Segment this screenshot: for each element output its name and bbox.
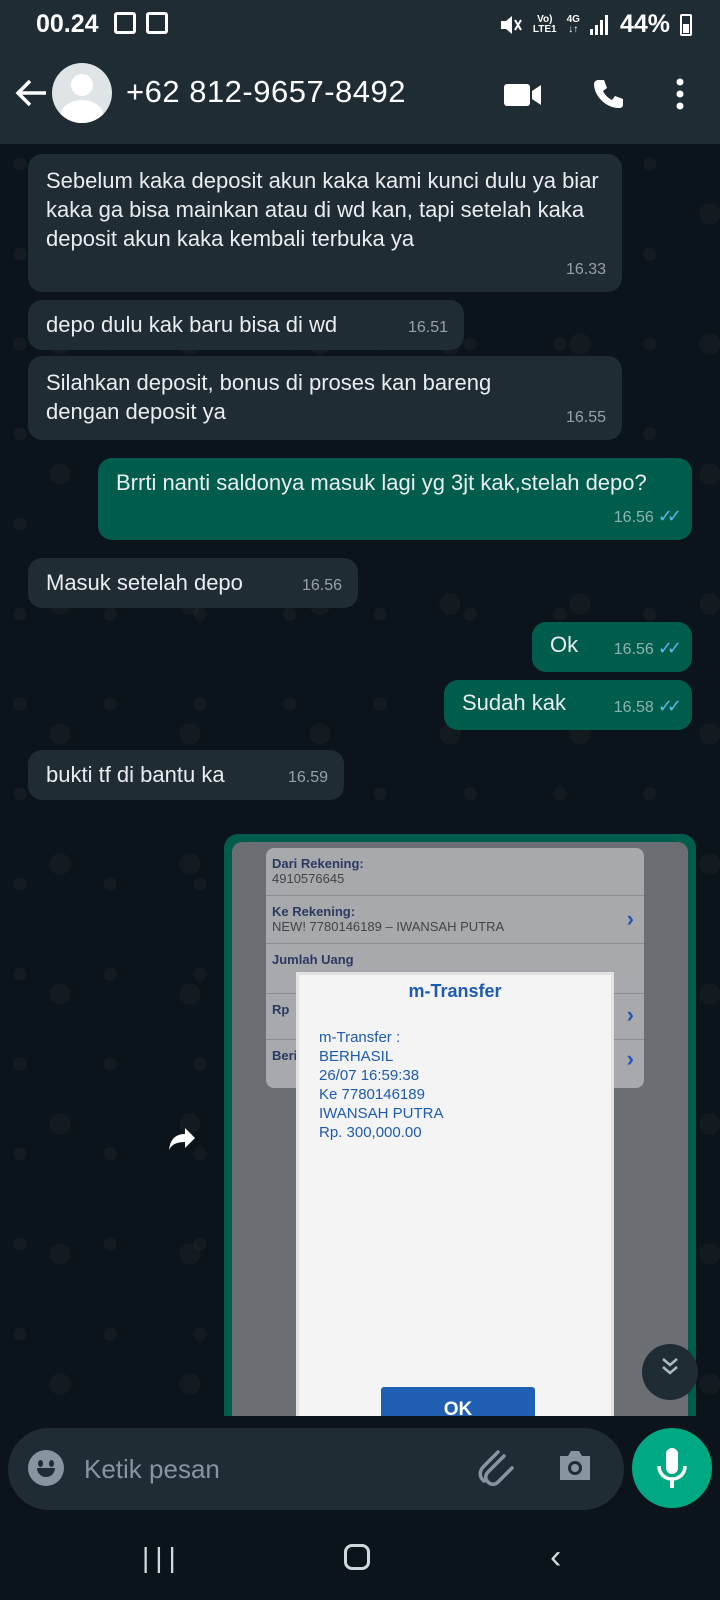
message-input-bar: Ketik pesan — [8, 1428, 624, 1510]
attach-icon[interactable] — [476, 1446, 516, 1490]
read-receipt-icon: ✓✓ — [657, 506, 682, 526]
back-arrow-icon[interactable] — [14, 78, 48, 114]
status-time: 00.24 — [36, 10, 99, 38]
emoji-icon[interactable] — [28, 1450, 64, 1486]
image-message[interactable]: Dari Rekening: 4910576645 Ke Rekening: N… — [224, 834, 696, 1416]
voice-message-button[interactable] — [632, 1428, 712, 1508]
mute-icon — [500, 15, 522, 34]
message-text: Silahkan deposit, bonus di proses kan ba… — [46, 370, 492, 424]
dialog-title: m-Transfer — [408, 981, 502, 1001]
battery-icon — [680, 13, 692, 36]
status-right: Vo) LTE1 4G ↓↑ 44% — [499, 10, 692, 39]
message-time: 16.51 — [407, 319, 448, 336]
chat-header: +62 812-9657-8492 — [0, 48, 720, 144]
check-notification-icon — [146, 12, 168, 34]
message-time-with-status: 16.56 ✓✓ — [614, 502, 682, 532]
system-nav-bar: ||| ‹ — [0, 1520, 720, 1600]
camera-icon[interactable] — [556, 1448, 594, 1484]
amount-label: Jumlah Uang — [272, 952, 354, 967]
to-account-label: Ke Rekening: — [272, 904, 356, 919]
message-bubble-outgoing[interactable]: Sudah kak 16.58 ✓✓ — [444, 680, 692, 730]
home-icon[interactable] — [344, 1544, 370, 1570]
from-account-label: Dari Rekening: — [272, 856, 364, 871]
nav-back-icon[interactable]: ‹ — [550, 1538, 561, 1577]
message-text: Sebelum kaka deposit akun kaka kami kunc… — [46, 168, 599, 251]
double-chevron-down-icon — [662, 1358, 678, 1375]
contact-name[interactable]: +62 812-9657-8492 — [126, 74, 406, 110]
status-bar: 00.24 Vo) LTE1 4G ↓↑ 44% — [0, 0, 720, 48]
read-receipt-icon: ✓✓ — [657, 696, 682, 716]
message-time: 16.59 — [287, 769, 328, 786]
message-bubble[interactable]: Masuk setelah depo 16.56 — [28, 558, 358, 608]
message-text: Brrti nanti saldonya masuk lagi yg 3jt k… — [116, 470, 647, 495]
dialog-body: m-Transfer : BERHASIL 26/07 16:59:38 Ke … — [319, 1029, 444, 1141]
battery-percent: 44% — [619, 10, 670, 38]
volte-label: Vo) LTE1 — [532, 13, 557, 35]
message-bubble-outgoing[interactable]: Brrti nanti saldonya masuk lagi yg 3jt k… — [98, 458, 692, 540]
message-bubble[interactable]: depo dulu kak baru bisa di wd 16.51 — [28, 300, 464, 350]
recent-apps-icon[interactable]: ||| — [142, 1542, 182, 1574]
video-call-icon[interactable] — [504, 82, 542, 108]
message-bubble[interactable]: bukti tf di bantu ka 16.59 — [28, 750, 344, 800]
signal-icon — [589, 14, 608, 35]
message-text: depo dulu kak baru bisa di wd — [46, 312, 338, 337]
read-receipt-icon: ✓✓ — [657, 638, 682, 658]
message-input[interactable]: Ketik pesan — [84, 1454, 220, 1485]
gallery-notification-icon — [114, 12, 136, 34]
voice-call-icon[interactable] — [592, 78, 624, 110]
transfer-success-dialog: m-Transfer m-Transfer : BERHASIL 26/07 1… — [296, 972, 614, 1416]
message-time: 16.33 — [565, 261, 606, 278]
chevron-right-icon: › — [626, 1002, 634, 1027]
message-bubble-outgoing[interactable]: Ok 16.56 ✓✓ — [532, 622, 692, 672]
transfer-screenshot-image[interactable]: Dari Rekening: 4910576645 Ke Rekening: N… — [232, 842, 688, 1416]
message-text: Masuk setelah depo — [46, 570, 243, 595]
chevron-right-icon: › — [626, 1046, 634, 1071]
from-account-value: 4910576645 — [272, 871, 345, 886]
dialog-ok-button: OK — [381, 1387, 535, 1416]
network-type-label: 4G ↓↑ — [566, 13, 580, 35]
message-bubble[interactable]: Silahkan deposit, bonus di proses kan ba… — [28, 356, 622, 440]
message-time: 16.55 — [565, 409, 606, 426]
to-account-value: NEW! 7780146189 – IWANSAH PUTRA — [272, 919, 505, 934]
avatar[interactable] — [52, 63, 112, 123]
microphone-icon — [657, 1448, 687, 1488]
message-time: 16.56 — [301, 577, 342, 594]
chevron-right-icon: › — [626, 906, 634, 931]
scroll-down-button[interactable] — [642, 1344, 698, 1400]
forward-icon[interactable] — [160, 1121, 204, 1165]
message-bubble[interactable]: Sebelum kaka deposit akun kaka kami kunc… — [28, 154, 622, 292]
more-options-icon[interactable] — [676, 78, 684, 110]
message-time-with-status: 16.56 ✓✓ — [614, 634, 682, 664]
message-time-with-status: 16.58 ✓✓ — [614, 692, 682, 722]
chat-area[interactable]: Sebelum kaka deposit akun kaka kami kunc… — [0, 144, 720, 1416]
message-text: bukti tf di bantu ka — [46, 762, 225, 787]
